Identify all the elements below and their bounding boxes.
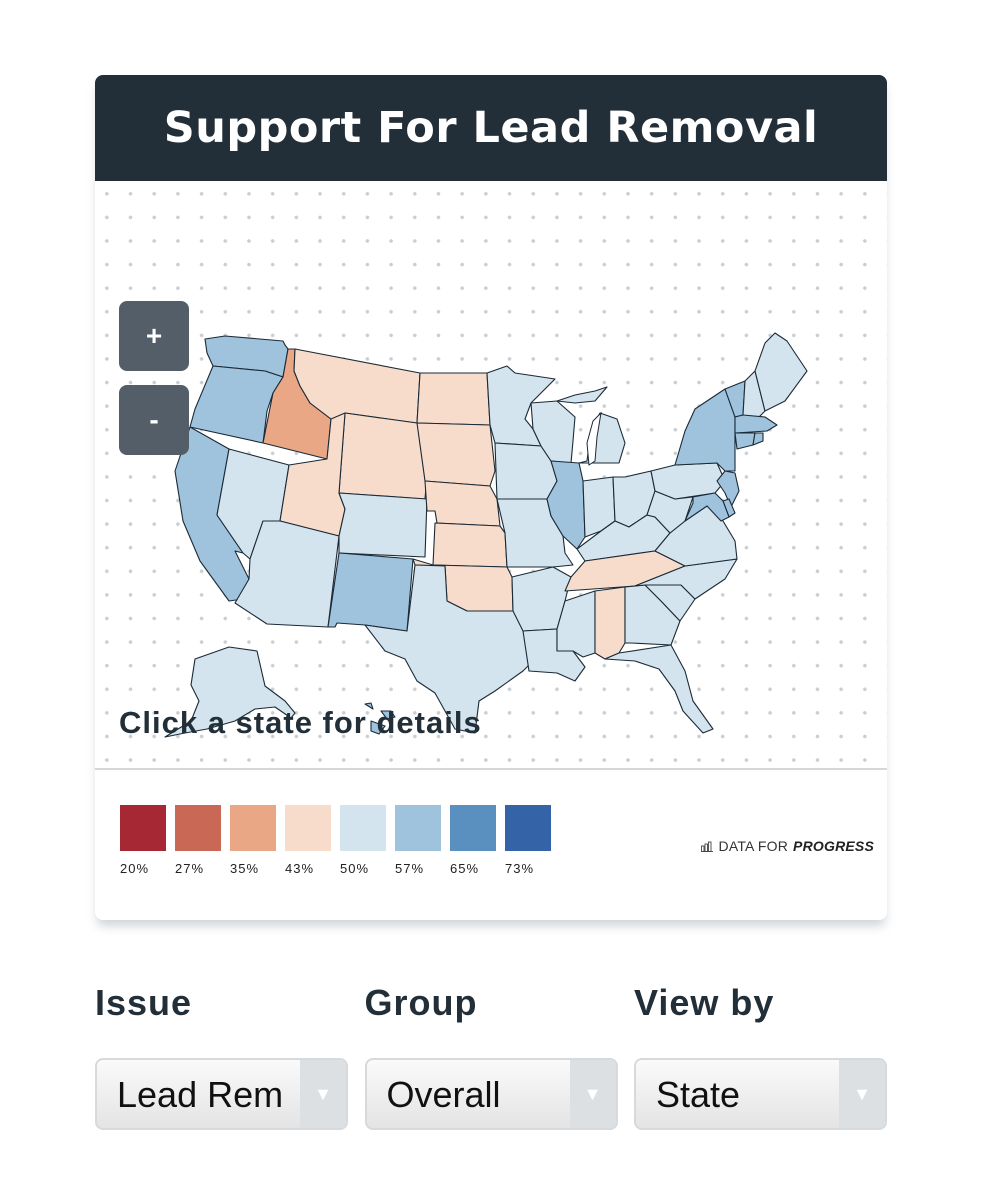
- legend: 20% 27% 35% 43% 50% 57% 65% 73%: [120, 805, 551, 876]
- legend-label: 20%: [120, 861, 150, 876]
- group-control: Group Overall ▼: [364, 982, 618, 1130]
- state-ks[interactable]: [432, 522, 508, 568]
- issue-select[interactable]: Lead Rem ▼: [95, 1058, 348, 1130]
- legend-swatch: [450, 805, 496, 851]
- click-hint: Click a state for details: [119, 705, 482, 740]
- state-co[interactable]: [338, 492, 428, 558]
- legend-label: 65%: [450, 861, 480, 876]
- state-ct[interactable]: [734, 432, 756, 450]
- legend-item: 57%: [395, 805, 441, 876]
- legend-swatch: [120, 805, 166, 851]
- legend-item: 43%: [285, 805, 331, 876]
- state-wy[interactable]: [338, 412, 431, 500]
- legend-item: 35%: [230, 805, 276, 876]
- state-ne[interactable]: [424, 480, 501, 527]
- state-ny[interactable]: [674, 388, 736, 472]
- map-area[interactable]: + - Click a state for details: [95, 181, 887, 770]
- state-al[interactable]: [594, 586, 626, 660]
- chevron-down-icon[interactable]: ▼: [300, 1060, 346, 1128]
- state-sd[interactable]: [416, 422, 496, 487]
- chevron-down-icon[interactable]: ▼: [569, 1060, 616, 1128]
- view-by-label: View by: [634, 982, 775, 1023]
- group-label: Group: [364, 982, 478, 1023]
- brand-logo: DATA FOR PROGRESS: [700, 838, 874, 854]
- legend-swatch: [285, 805, 331, 851]
- group-select[interactable]: Overall ▼: [364, 1058, 618, 1130]
- legend-swatch: [175, 805, 221, 851]
- chevron-down-icon[interactable]: ▼: [839, 1060, 885, 1128]
- legend-swatch: [395, 805, 441, 851]
- brand-emphasis: PROGRESS: [793, 838, 874, 854]
- state-ma[interactable]: [734, 414, 778, 434]
- map-card: Support For Lead Removal + - Click a sta…: [95, 75, 887, 920]
- legend-swatch: [505, 805, 551, 851]
- legend-swatch: [340, 805, 386, 851]
- zoom-out-button[interactable]: -: [119, 385, 189, 455]
- legend-label: 27%: [175, 861, 205, 876]
- legend-item: 73%: [505, 805, 551, 876]
- group-select-value: Overall: [386, 1074, 501, 1115]
- legend-label: 50%: [340, 861, 370, 876]
- us-map[interactable]: [95, 181, 887, 768]
- state-nm[interactable]: [327, 552, 414, 632]
- legend-label: 35%: [230, 861, 260, 876]
- bar-chart-icon: [700, 841, 713, 852]
- legend-area: 20% 27% 35% 43% 50% 57% 65% 73% DATA FOR PROGRE…: [95, 770, 887, 920]
- legend-item: 65%: [450, 805, 496, 876]
- view-by-select-value: State: [656, 1074, 741, 1115]
- state-nd[interactable]: [416, 372, 491, 426]
- legend-swatch: [230, 805, 276, 851]
- state-fl[interactable]: [604, 644, 714, 734]
- brand-prefix: DATA FOR: [718, 838, 789, 854]
- legend-item: 50%: [340, 805, 386, 876]
- page-title: Support For Lead Removal: [163, 103, 819, 153]
- controls: Issue Lead Rem ▼ Group Overall ▼ View by…: [95, 982, 887, 1130]
- legend-label: 73%: [505, 861, 535, 876]
- state-ri[interactable]: [752, 432, 764, 446]
- issue-control: Issue Lead Rem ▼: [95, 982, 348, 1130]
- zoom-in-button[interactable]: +: [119, 301, 189, 371]
- legend-label: 57%: [395, 861, 425, 876]
- state-me[interactable]: [754, 332, 808, 412]
- issue-select-value: Lead Rem: [117, 1074, 284, 1115]
- issue-label: Issue: [95, 982, 193, 1023]
- legend-label: 43%: [285, 861, 315, 876]
- view-by-control: View by State ▼: [634, 982, 887, 1130]
- view-by-select[interactable]: State ▼: [634, 1058, 887, 1130]
- legend-item: 20%: [120, 805, 166, 876]
- card-header: Support For Lead Removal: [95, 75, 887, 181]
- legend-item: 27%: [175, 805, 221, 876]
